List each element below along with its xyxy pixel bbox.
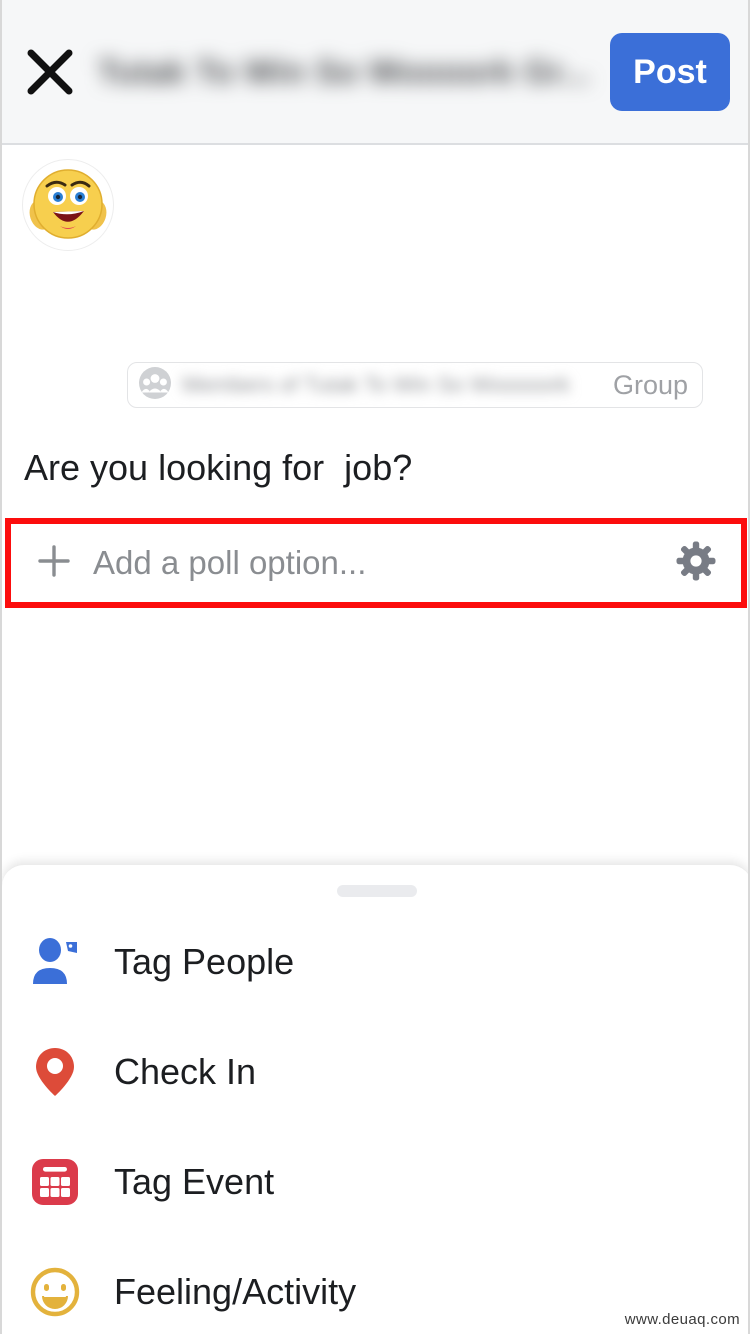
close-icon <box>24 46 76 98</box>
group-type-label: Group <box>612 369 688 400</box>
smiley-face-icon <box>26 1263 84 1321</box>
sheet-item-tag-event[interactable]: Tag Event <box>2 1127 748 1237</box>
composer-header: Tutak To Win So Woooork Gr... Post <box>2 0 748 145</box>
action-bottom-sheet: Tag People Check In Tag Event Feeling/Ac… <box>2 864 748 1334</box>
sheet-item-check-in[interactable]: Check In <box>2 1017 748 1127</box>
watermark: www.deuaq.com <box>624 1311 740 1328</box>
poll-option-highlight: Add a poll option... <box>5 518 747 608</box>
smiley-emoji-avatar-icon <box>29 169 107 239</box>
avatar[interactable] <box>22 159 114 251</box>
post-text[interactable]: Are you looking for job? <box>24 447 412 489</box>
calendar-icon <box>26 1153 84 1211</box>
drag-handle[interactable] <box>337 885 417 897</box>
action-list: Tag People Check In Tag Event Feeling/Ac… <box>2 907 748 1334</box>
sheet-item-label: Check In <box>114 1051 257 1092</box>
group-people-icon <box>138 366 172 405</box>
group-name-text: Members of Tutak To Win So Wooooork <box>182 372 571 397</box>
gear-icon[interactable] <box>675 540 717 587</box>
poll-option-placeholder: Add a poll option... <box>93 544 367 581</box>
location-pin-icon <box>26 1043 84 1101</box>
sheet-item-label: Tag People <box>114 941 295 982</box>
identity-row <box>2 147 748 269</box>
close-button[interactable] <box>2 0 98 144</box>
tag-people-icon <box>26 933 84 991</box>
sheet-item-label: Tag Event <box>114 1161 275 1202</box>
group-audience-chip[interactable]: Members of Tutak To Win So Wooooork Grou… <box>127 362 703 408</box>
page-title: Tutak To Win So Woooork Gr... <box>98 52 591 90</box>
plus-icon <box>37 544 71 583</box>
phone-screen: Tutak To Win So Woooork Gr... Post Membe… <box>0 0 750 1334</box>
composer-body: Members of Tutak To Win So Wooooork Grou… <box>2 147 748 608</box>
sheet-item-tag-people[interactable]: Tag People <box>2 907 748 1017</box>
add-poll-option-row[interactable]: Add a poll option... <box>11 524 741 602</box>
sheet-item-label: Feeling/Activity <box>114 1271 357 1312</box>
post-button[interactable]: Post <box>610 32 730 111</box>
